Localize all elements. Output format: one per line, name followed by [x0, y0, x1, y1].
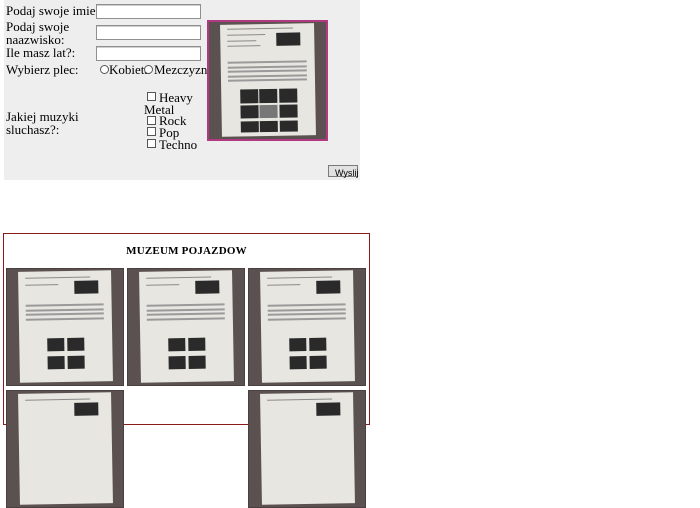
- age-input[interactable]: [96, 46, 201, 61]
- music-checkbox-rock[interactable]: [147, 116, 156, 125]
- gallery-image-1[interactable]: [6, 268, 124, 386]
- music-checkbox-heavy-metal[interactable]: [147, 92, 156, 101]
- form-panel: Podaj swoje imie: Podaj swoje naazwisko:…: [4, 0, 360, 180]
- first-name-label: Podaj swoje imie:: [6, 3, 100, 18]
- gallery-image-4[interactable]: [6, 390, 124, 508]
- gender-radio-mezczyzna[interactable]: [144, 65, 153, 74]
- music-option-techno: Techno: [159, 137, 198, 152]
- preview-image: [207, 20, 328, 141]
- submit-button[interactable]: Wyslij: [328, 165, 358, 178]
- music-checkbox-techno[interactable]: [147, 139, 156, 148]
- music-checkbox-pop[interactable]: [147, 127, 156, 136]
- gallery-title: MUZEUM POJAZDOW: [126, 245, 247, 257]
- gender-radio-kobieta[interactable]: [100, 65, 109, 74]
- age-label: Ile masz lat?:: [6, 45, 76, 60]
- gallery-image-5[interactable]: [248, 390, 366, 508]
- last-name-input[interactable]: [96, 25, 201, 40]
- gender-option-mezczyzna: Mezczyzna: [154, 62, 214, 77]
- first-name-input[interactable]: [96, 4, 201, 19]
- gender-label: Wybierz plec:: [6, 62, 79, 77]
- gallery: MUZEUM POJAZDOW: [3, 233, 370, 508]
- gallery-image-2[interactable]: [127, 268, 245, 386]
- music-label-line2: sluchasz?:: [6, 122, 60, 137]
- gallery-image-3[interactable]: [248, 268, 366, 386]
